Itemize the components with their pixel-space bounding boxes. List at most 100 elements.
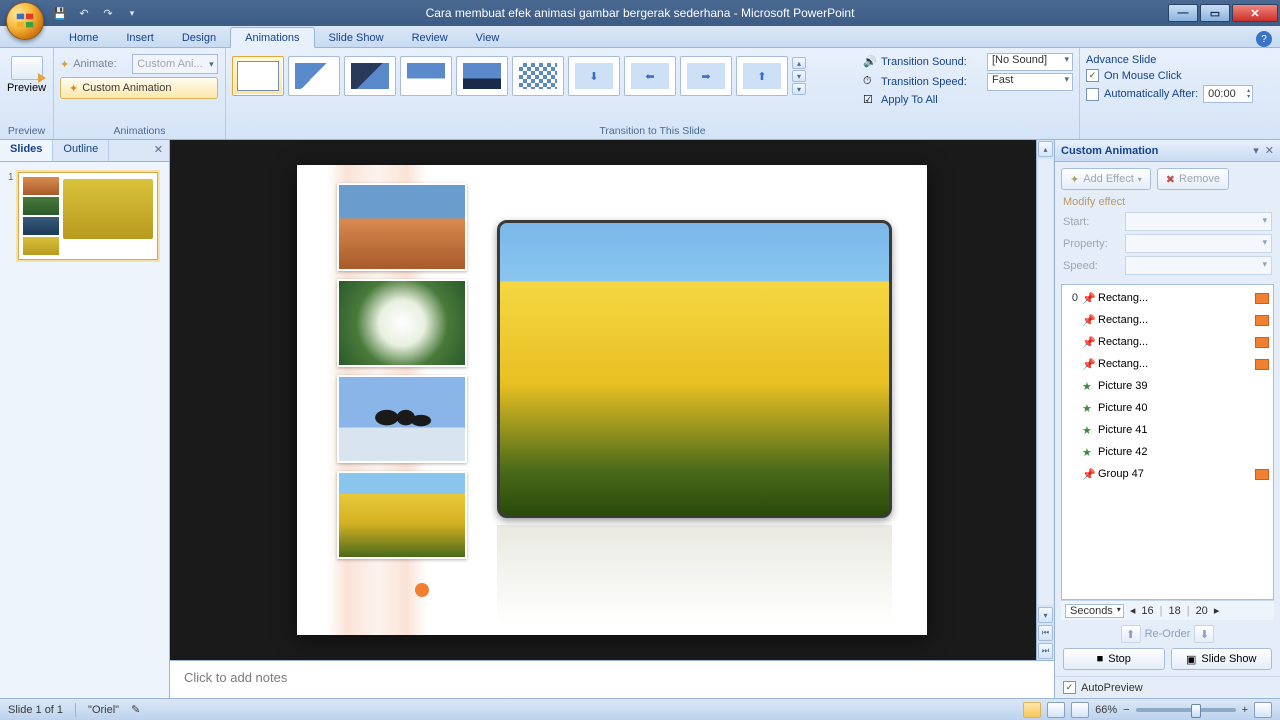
fit-window-button[interactable]: [1254, 702, 1272, 718]
start-combo[interactable]: [1125, 212, 1272, 231]
ribbon: Preview Preview ✦ Animate: Custom Ani...…: [0, 48, 1280, 140]
animation-item[interactable]: 📌Rectang...: [1062, 331, 1273, 353]
slide-thumbnail[interactable]: [18, 172, 158, 260]
transition-item[interactable]: [288, 56, 340, 96]
scroll-down-icon[interactable]: ▾: [1038, 607, 1053, 623]
auto-after-spinner[interactable]: 00:00: [1203, 85, 1253, 103]
add-effect-button[interactable]: ✦ Add Effect ▾: [1061, 168, 1151, 190]
transition-item[interactable]: [400, 56, 452, 96]
stop-button[interactable]: ■Stop: [1063, 648, 1165, 670]
zoom-in-icon[interactable]: +: [1242, 704, 1248, 716]
picture-tulips[interactable]: [337, 471, 467, 559]
trans-speed-combo[interactable]: Fast: [987, 73, 1073, 91]
help-icon[interactable]: ?: [1256, 31, 1272, 47]
custom-animation-button[interactable]: ✦ Custom Animation: [60, 77, 218, 99]
animation-item[interactable]: ★Picture 42: [1062, 441, 1273, 463]
scroll-up-icon[interactable]: ▴: [1038, 141, 1053, 157]
trans-speed-label: Transition Speed:: [881, 76, 983, 88]
animation-item[interactable]: 0📌Rectang...: [1062, 287, 1273, 309]
tl-arrow-right[interactable]: ▸: [1214, 604, 1220, 617]
apply-all-icon: ☑: [863, 93, 877, 107]
undo-icon[interactable]: ↶: [76, 5, 92, 21]
reorder-up-button[interactable]: ⬆: [1121, 625, 1141, 643]
marker-dot: [415, 583, 429, 597]
normal-view-button[interactable]: [1023, 702, 1041, 718]
status-bar: Slide 1 of 1 "Oriel" ✎ 66% − +: [0, 698, 1280, 720]
animation-item[interactable]: 📌 Rectang...: [1062, 353, 1273, 375]
tab-slideshow[interactable]: Slide Show: [315, 28, 398, 47]
timeline-unit[interactable]: Seconds: [1065, 604, 1124, 618]
speed-combo[interactable]: [1125, 256, 1272, 275]
vertical-scrollbar[interactable]: ▴ ▾ ⏮ ⏭: [1036, 140, 1054, 660]
tab-review[interactable]: Review: [398, 28, 462, 47]
transition-item[interactable]: ⬆: [736, 56, 788, 96]
pane-close-icon[interactable]: ✕: [1265, 144, 1274, 157]
animation-item[interactable]: ★Picture 40: [1062, 397, 1273, 419]
trans-sound-label: Transition Sound:: [881, 56, 983, 68]
transition-item[interactable]: ➡: [680, 56, 732, 96]
zoom-out-icon[interactable]: −: [1123, 704, 1129, 716]
pane-close-icon[interactable]: ✕: [148, 140, 169, 161]
picture-penguins[interactable]: [337, 375, 467, 463]
redo-icon[interactable]: ↷: [100, 5, 116, 21]
picture-desert[interactable]: [337, 183, 467, 271]
outline-tab[interactable]: Outline: [53, 140, 109, 161]
animation-item[interactable]: ★Picture 41: [1062, 419, 1273, 441]
minimize-button[interactable]: —: [1168, 4, 1198, 22]
close-button[interactable]: ✕: [1232, 4, 1278, 22]
tab-design[interactable]: Design: [168, 28, 230, 47]
transition-item[interactable]: [512, 56, 564, 96]
anim-name: Rectang...: [1098, 358, 1251, 370]
office-button[interactable]: [6, 2, 44, 40]
autopreview-checkbox[interactable]: ✓: [1063, 681, 1076, 694]
sorter-view-button[interactable]: [1047, 702, 1065, 718]
timing-bar: [1255, 359, 1269, 370]
picture-flower[interactable]: [337, 279, 467, 367]
transition-item[interactable]: [456, 56, 508, 96]
anim-name: Rectang...: [1098, 292, 1251, 304]
apply-all-button[interactable]: ☑ Apply To All: [863, 93, 1073, 107]
property-combo[interactable]: [1125, 234, 1272, 253]
save-icon[interactable]: 💾: [52, 5, 68, 21]
maximize-button[interactable]: ▭: [1200, 4, 1230, 22]
notes-pane[interactable]: Click to add notes: [170, 660, 1054, 698]
animate-combo[interactable]: Custom Ani...: [132, 54, 217, 74]
tab-home[interactable]: Home: [55, 28, 112, 47]
scroll-track[interactable]: [1038, 159, 1053, 605]
trigger-icon: 📌: [1082, 358, 1094, 371]
animation-item[interactable]: 📌Group 47: [1062, 463, 1273, 485]
transition-item[interactable]: ⬅: [624, 56, 676, 96]
gallery-scroll[interactable]: ▴▾▾: [792, 57, 806, 95]
slides-tab[interactable]: Slides: [0, 140, 53, 161]
custom-animation-icon: ✦: [69, 82, 78, 95]
next-slide-icon[interactable]: ⏭: [1038, 643, 1053, 659]
slideshow-button[interactable]: ▣Slide Show: [1171, 648, 1273, 670]
tl-arrow-left[interactable]: ◂: [1130, 604, 1136, 617]
transition-item[interactable]: ⬇: [568, 56, 620, 96]
auto-after-checkbox[interactable]: [1086, 88, 1099, 101]
reorder-down-button[interactable]: ⬇: [1194, 625, 1214, 643]
qat-more-icon[interactable]: ▾: [124, 5, 140, 21]
tab-insert[interactable]: Insert: [112, 28, 168, 47]
status-theme: "Oriel": [88, 704, 119, 716]
remove-icon: ✖: [1166, 173, 1175, 186]
on-click-checkbox[interactable]: ✓: [1086, 69, 1099, 82]
pane-dropdown-icon[interactable]: ▾: [1253, 144, 1259, 157]
spellcheck-icon[interactable]: ✎: [131, 703, 140, 716]
slideshow-icon: ▣: [1186, 653, 1196, 666]
animation-item[interactable]: ★Picture 39: [1062, 375, 1273, 397]
preview-button[interactable]: Preview: [1, 52, 52, 98]
tab-animations[interactable]: Animations: [230, 27, 314, 48]
trigger-icon: 📌: [1082, 336, 1094, 349]
transition-none[interactable]: [232, 56, 284, 96]
tab-view[interactable]: View: [462, 28, 514, 47]
main-picture[interactable]: [497, 220, 892, 518]
remove-button[interactable]: ✖ Remove: [1157, 168, 1229, 190]
prev-slide-icon[interactable]: ⏮: [1038, 625, 1053, 641]
animation-item[interactable]: 📌Rectang...: [1062, 309, 1273, 331]
transition-item[interactable]: [344, 56, 396, 96]
slide-canvas[interactable]: ▴ ▾ ⏮ ⏭: [170, 140, 1054, 660]
zoom-slider[interactable]: [1136, 708, 1236, 712]
slideshow-view-button[interactable]: [1071, 702, 1089, 718]
trans-sound-combo[interactable]: [No Sound]: [987, 53, 1073, 71]
